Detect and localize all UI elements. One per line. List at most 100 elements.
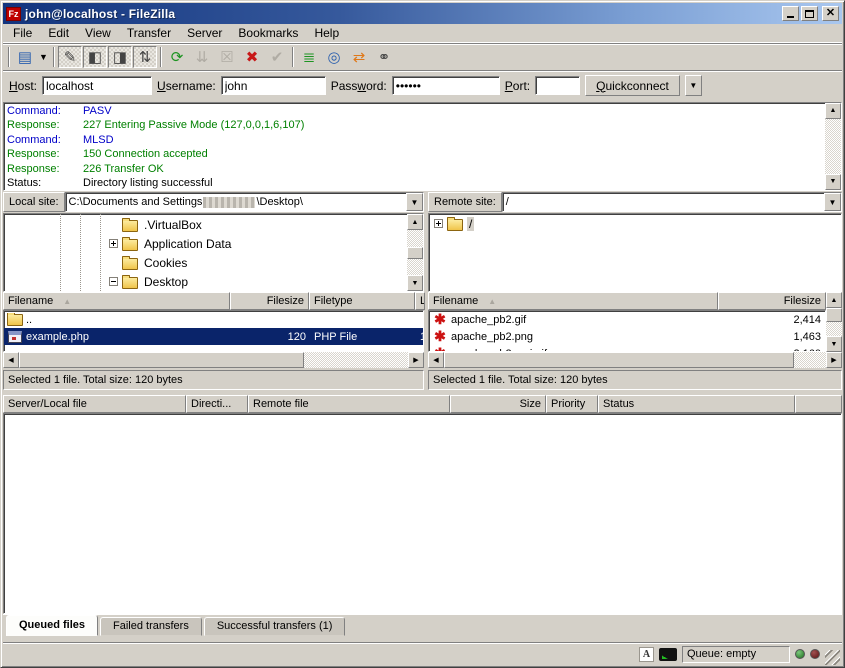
scroll-down-icon[interactable]: ▼ [825, 174, 841, 190]
menu-item[interactable]: Transfer [119, 24, 179, 42]
column-header-remote-file[interactable]: Remote file [248, 395, 450, 413]
file-row[interactable]: apache_pb2.gif 2,414 [429, 311, 825, 328]
menu-item[interactable]: Bookmarks [230, 24, 306, 42]
scroll-thumb[interactable] [826, 308, 842, 322]
queue-header: Server/Local file Directi... Remote file… [3, 395, 842, 413]
sort-ascending-icon: ▲ [488, 297, 496, 306]
tree-expander-icon[interactable] [109, 239, 118, 248]
column-header-filename[interactable]: Filename▲ [428, 292, 718, 310]
menu-item[interactable]: Help [306, 24, 347, 42]
username-input[interactable] [221, 76, 326, 95]
tree-item-label: Desktop [142, 275, 190, 289]
scroll-thumb[interactable] [407, 247, 423, 259]
scroll-right-icon[interactable]: ▶ [826, 352, 842, 368]
log-line-text: 226 Transfer OK [83, 162, 164, 176]
toggle-transfer-queue-button[interactable]: ⇅ [133, 46, 157, 68]
menu-item[interactable]: Server [179, 24, 230, 42]
file-row-parent-dir[interactable]: .. [4, 311, 423, 328]
maximize-icon [805, 10, 814, 18]
column-header-direction[interactable]: Directi... [186, 395, 248, 413]
log-scrollbar[interactable]: ▲ ▼ [825, 103, 841, 190]
remote-list-hscrollbar[interactable]: ◀ ▶ [428, 352, 842, 368]
file-icon [433, 313, 447, 326]
menu-item[interactable]: File [5, 24, 40, 42]
column-header-filename[interactable]: Filename▲ [3, 292, 230, 310]
file-name: apache_pb2.gif [451, 314, 526, 326]
local-site-dropdown[interactable]: ▼ [406, 193, 423, 211]
column-header-status[interactable]: Status [598, 395, 795, 413]
local-file-list: .. example.php 120 PHP File 1 [3, 310, 424, 352]
remote-site-dropdown[interactable]: ▼ [824, 193, 841, 211]
column-header-size[interactable]: Size [450, 395, 546, 413]
cancel-operation-button[interactable]: ☒ [215, 46, 239, 68]
scroll-thumb[interactable] [444, 352, 794, 368]
remote-site-combo[interactable]: / ▼ [502, 192, 842, 212]
quickconnect-dropdown[interactable]: ▼ [685, 75, 702, 96]
scroll-left-icon[interactable]: ◀ [428, 352, 444, 368]
local-list-hscrollbar[interactable]: ◀ ▶ [3, 352, 424, 368]
site-manager-button[interactable]: ▤ [13, 46, 37, 68]
process-queue-button[interactable]: ⇊ [190, 46, 214, 68]
scroll-down-icon[interactable]: ▼ [407, 275, 423, 291]
resize-grip[interactable] [825, 650, 840, 665]
column-header-filesize[interactable]: Filesize [230, 292, 309, 310]
minimize-button[interactable] [782, 6, 799, 21]
queue-tab[interactable]: Failed transfers [100, 617, 202, 636]
maximize-button[interactable] [801, 6, 818, 21]
tree-item[interactable]: Desktop [5, 272, 406, 291]
sort-ascending-icon: ▲ [63, 297, 71, 306]
scroll-up-icon[interactable]: ▲ [407, 214, 423, 230]
column-header-blank [795, 395, 842, 413]
speed-limit-icon[interactable] [659, 648, 677, 661]
tree-expander-icon[interactable] [434, 219, 443, 228]
file-row[interactable]: apache_pb2.png 1,463 [429, 328, 825, 345]
compare-directories-button[interactable]: ◎ [322, 46, 346, 68]
remote-status-text: Selected 1 file. Total size: 120 bytes [428, 370, 842, 390]
remote-list-header: Filename▲ Filesize [428, 292, 826, 310]
scroll-left-icon[interactable]: ◀ [3, 352, 19, 368]
tree-item[interactable]: .VirtualBox [5, 215, 406, 234]
file-row[interactable]: apache_pb2_ani.gif 2,160 [429, 345, 825, 352]
queue-tab[interactable]: Queued files [6, 615, 98, 636]
remote-list-scrollbar[interactable]: ▲ ▼ [826, 292, 842, 352]
port-input[interactable] [535, 76, 580, 95]
find-files-button[interactable]: ⚭ [372, 46, 396, 68]
directory-filter-button[interactable]: ≣ [297, 46, 321, 68]
tree-item[interactable]: Application Data [5, 234, 406, 253]
tree-expander-icon[interactable] [109, 277, 118, 286]
toggle-local-tree-button[interactable]: ◧ [83, 46, 107, 68]
toggle-remote-tree-button[interactable]: ◨ [108, 46, 132, 68]
menu-item[interactable]: View [77, 24, 119, 42]
queue-tab[interactable]: Successful transfers (1) [204, 617, 346, 636]
minimize-icon [787, 16, 794, 18]
tree-item[interactable]: Cookies [5, 253, 406, 272]
host-input[interactable] [42, 76, 152, 95]
close-button[interactable]: ✕ [822, 6, 839, 21]
site-manager-dropdown[interactable]: ▼ [37, 46, 50, 68]
menu-item[interactable]: Edit [40, 24, 77, 42]
file-row[interactable]: example.php 120 PHP File 1 [4, 328, 423, 345]
folder-icon [122, 277, 138, 289]
synchronized-browsing-button[interactable]: ⇄ [347, 46, 371, 68]
scroll-up-icon[interactable]: ▲ [825, 103, 841, 119]
quickconnect-button[interactable]: Quickconnect [585, 75, 680, 96]
local-tree-scrollbar[interactable]: ▲ ▼ [407, 214, 423, 291]
scroll-up-icon[interactable]: ▲ [826, 292, 842, 308]
scroll-down-icon[interactable]: ▼ [826, 336, 842, 352]
tree-item[interactable]: / [429, 214, 841, 233]
local-site-combo[interactable]: C:\Documents and Settings\Desktop\ ▼ [65, 192, 424, 212]
column-header-priority[interactable]: Priority [546, 395, 598, 413]
log-line: Status: Directory listing successful [7, 176, 823, 190]
scroll-thumb[interactable] [19, 352, 304, 368]
password-input[interactable] [392, 76, 500, 95]
file-size: 2,160 [719, 348, 825, 353]
refresh-button[interactable]: ⟳ [165, 46, 189, 68]
disconnect-button[interactable]: ✖ [240, 46, 264, 68]
column-header-filetype[interactable]: Filetype [309, 292, 415, 310]
scroll-right-icon[interactable]: ▶ [408, 352, 424, 368]
column-header-filesize[interactable]: Filesize [718, 292, 826, 310]
reconnect-button[interactable]: ✔ [265, 46, 289, 68]
toggle-message-log-button[interactable]: ✎ [58, 46, 82, 68]
column-header-server-local-file[interactable]: Server/Local file [3, 395, 186, 413]
title-bar[interactable]: Fz john@localhost - FileZilla ✕ [3, 3, 842, 24]
